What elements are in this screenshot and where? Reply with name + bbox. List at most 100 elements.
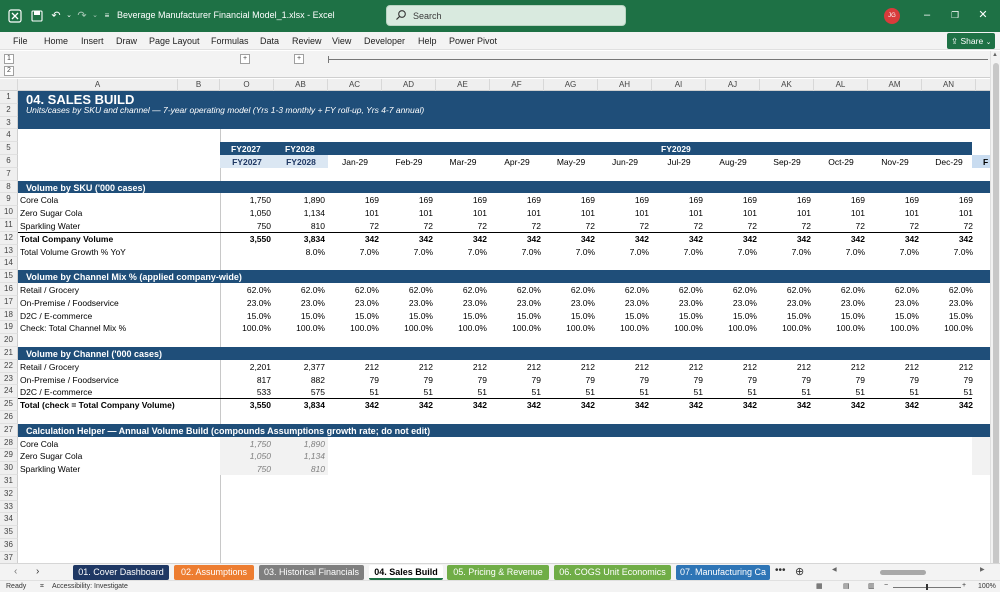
data-cell[interactable]: 15.0% bbox=[706, 311, 760, 321]
row-header[interactable]: 32 bbox=[0, 487, 18, 501]
data-cell[interactable]: 7.0% bbox=[598, 247, 652, 257]
row-header[interactable]: 7 bbox=[0, 167, 18, 181]
data-cell[interactable]: 2,201 bbox=[220, 362, 274, 372]
period-header[interactable]: Mar-29 bbox=[436, 157, 490, 167]
row-header[interactable]: 4 bbox=[0, 129, 18, 143]
search-box[interactable]: Search bbox=[386, 5, 626, 26]
data-cell[interactable]: 51 bbox=[706, 387, 760, 397]
tab-page-layout[interactable]: Page Layout bbox=[149, 36, 200, 46]
data-cell[interactable]: 212 bbox=[598, 362, 652, 372]
data-cell[interactable]: 1,134 bbox=[274, 208, 328, 218]
data-cell[interactable]: 62.0% bbox=[706, 285, 760, 295]
row-header[interactable]: 29 bbox=[0, 449, 18, 463]
data-cell[interactable]: 342 bbox=[652, 234, 706, 244]
row-header[interactable]: 5 bbox=[0, 142, 18, 155]
column-header-ab[interactable]: AB bbox=[274, 79, 328, 91]
data-cell[interactable]: 169 bbox=[382, 195, 436, 205]
data-cell[interactable]: 342 bbox=[490, 234, 544, 244]
data-cell[interactable]: 342 bbox=[328, 400, 382, 410]
period-header[interactable]: May-29 bbox=[544, 157, 598, 167]
data-cell[interactable]: 72 bbox=[814, 221, 868, 231]
data-cell[interactable]: 212 bbox=[328, 362, 382, 372]
data-cell[interactable]: 342 bbox=[382, 400, 436, 410]
data-cell[interactable]: 62.0% bbox=[220, 285, 274, 295]
tab-view[interactable]: View bbox=[332, 36, 351, 46]
tab-review[interactable]: Review bbox=[292, 36, 322, 46]
row-header[interactable]: 10 bbox=[0, 206, 18, 219]
data-cell[interactable]: 100.0% bbox=[814, 323, 868, 333]
page-layout-view-icon[interactable]: ▤ bbox=[843, 582, 850, 590]
data-cell[interactable]: 23.0% bbox=[868, 298, 922, 308]
column-header-ac[interactable]: AC bbox=[328, 79, 382, 91]
data-cell[interactable]: 342 bbox=[922, 234, 976, 244]
data-cell[interactable]: 51 bbox=[382, 387, 436, 397]
data-cell[interactable]: 72 bbox=[436, 221, 490, 231]
sheet-tab-sales-build[interactable]: 04. Sales Build bbox=[369, 565, 443, 580]
data-cell[interactable]: 51 bbox=[922, 387, 976, 397]
data-cell[interactable]: 342 bbox=[436, 234, 490, 244]
data-cell[interactable]: 72 bbox=[382, 221, 436, 231]
data-cell[interactable]: 212 bbox=[652, 362, 706, 372]
scroll-right-icon[interactable]: ▶ bbox=[980, 566, 985, 573]
column-header-an[interactable]: AN bbox=[922, 79, 976, 91]
data-cell[interactable]: 23.0% bbox=[598, 298, 652, 308]
data-cell[interactable]: 62.0% bbox=[760, 285, 814, 295]
data-cell[interactable]: 1,890 bbox=[274, 195, 328, 205]
more-tabs-icon[interactable]: ••• bbox=[775, 565, 786, 576]
data-cell[interactable]: 3,550 bbox=[220, 400, 274, 410]
data-cell[interactable]: 101 bbox=[814, 208, 868, 218]
data-cell[interactable]: 342 bbox=[598, 234, 652, 244]
row-header[interactable]: 28 bbox=[0, 436, 18, 450]
data-cell[interactable]: 575 bbox=[274, 387, 328, 397]
period-header[interactable]: Nov-29 bbox=[868, 157, 922, 167]
vertical-scroll-thumb[interactable] bbox=[993, 63, 999, 568]
data-cell[interactable]: 8.0% bbox=[274, 247, 328, 257]
data-cell[interactable]: 101 bbox=[328, 208, 382, 218]
period-header[interactable]: FY2027 bbox=[220, 157, 274, 167]
tab-file[interactable]: File bbox=[13, 36, 28, 46]
row-header[interactable]: 17 bbox=[0, 295, 18, 309]
page-break-view-icon[interactable]: ▥ bbox=[868, 582, 875, 590]
data-cell[interactable]: 101 bbox=[652, 208, 706, 218]
data-cell[interactable]: 62.0% bbox=[436, 285, 490, 295]
data-cell[interactable]: 100.0% bbox=[760, 323, 814, 333]
column-header-aj[interactable]: AJ bbox=[706, 79, 760, 91]
data-cell[interactable]: 15.0% bbox=[436, 311, 490, 321]
scroll-tabs-left-icon[interactable]: ‹ bbox=[14, 566, 17, 577]
data-cell[interactable]: 169 bbox=[868, 195, 922, 205]
column-header-ak[interactable]: AK bbox=[760, 79, 814, 91]
data-cell[interactable]: 51 bbox=[814, 387, 868, 397]
data-cell[interactable]: 79 bbox=[598, 375, 652, 385]
data-cell[interactable]: 101 bbox=[706, 208, 760, 218]
data-cell[interactable]: 342 bbox=[436, 400, 490, 410]
period-header[interactable]: Jul-29 bbox=[652, 157, 706, 167]
row-header[interactable]: 1 bbox=[0, 91, 18, 104]
data-cell[interactable]: 23.0% bbox=[652, 298, 706, 308]
data-cell[interactable]: 212 bbox=[544, 362, 598, 372]
tab-insert[interactable]: Insert bbox=[81, 36, 104, 46]
data-cell[interactable]: 72 bbox=[922, 221, 976, 231]
customize-toolbar-icon[interactable]: ≡ bbox=[100, 9, 114, 23]
column-header-af[interactable]: AF bbox=[490, 79, 544, 91]
data-cell[interactable]: 62.0% bbox=[868, 285, 922, 295]
data-cell[interactable]: 212 bbox=[436, 362, 490, 372]
tab-draw[interactable]: Draw bbox=[116, 36, 137, 46]
data-cell[interactable]: 23.0% bbox=[922, 298, 976, 308]
data-cell[interactable]: 1,750 bbox=[220, 439, 274, 449]
data-cell[interactable]: 212 bbox=[382, 362, 436, 372]
row-header[interactable]: 25 bbox=[0, 398, 18, 411]
period-header[interactable]: Oct-29 bbox=[814, 157, 868, 167]
data-cell[interactable]: 101 bbox=[598, 208, 652, 218]
restore-icon[interactable]: ❐ bbox=[948, 8, 962, 22]
sheet-tab-manufacturing[interactable]: 07. Manufacturing Ca bbox=[676, 565, 770, 580]
data-cell[interactable]: 100.0% bbox=[328, 323, 382, 333]
data-cell[interactable]: 23.0% bbox=[436, 298, 490, 308]
row-header[interactable]: 22 bbox=[0, 359, 18, 373]
data-cell[interactable]: 72 bbox=[598, 221, 652, 231]
scroll-up-icon[interactable]: ▲ bbox=[992, 52, 998, 58]
row-header[interactable]: 6 bbox=[0, 155, 18, 168]
data-cell[interactable]: 7.0% bbox=[328, 247, 382, 257]
data-cell[interactable]: 62.0% bbox=[382, 285, 436, 295]
row-header[interactable]: 3 bbox=[0, 116, 18, 130]
data-cell[interactable]: 15.0% bbox=[220, 311, 274, 321]
